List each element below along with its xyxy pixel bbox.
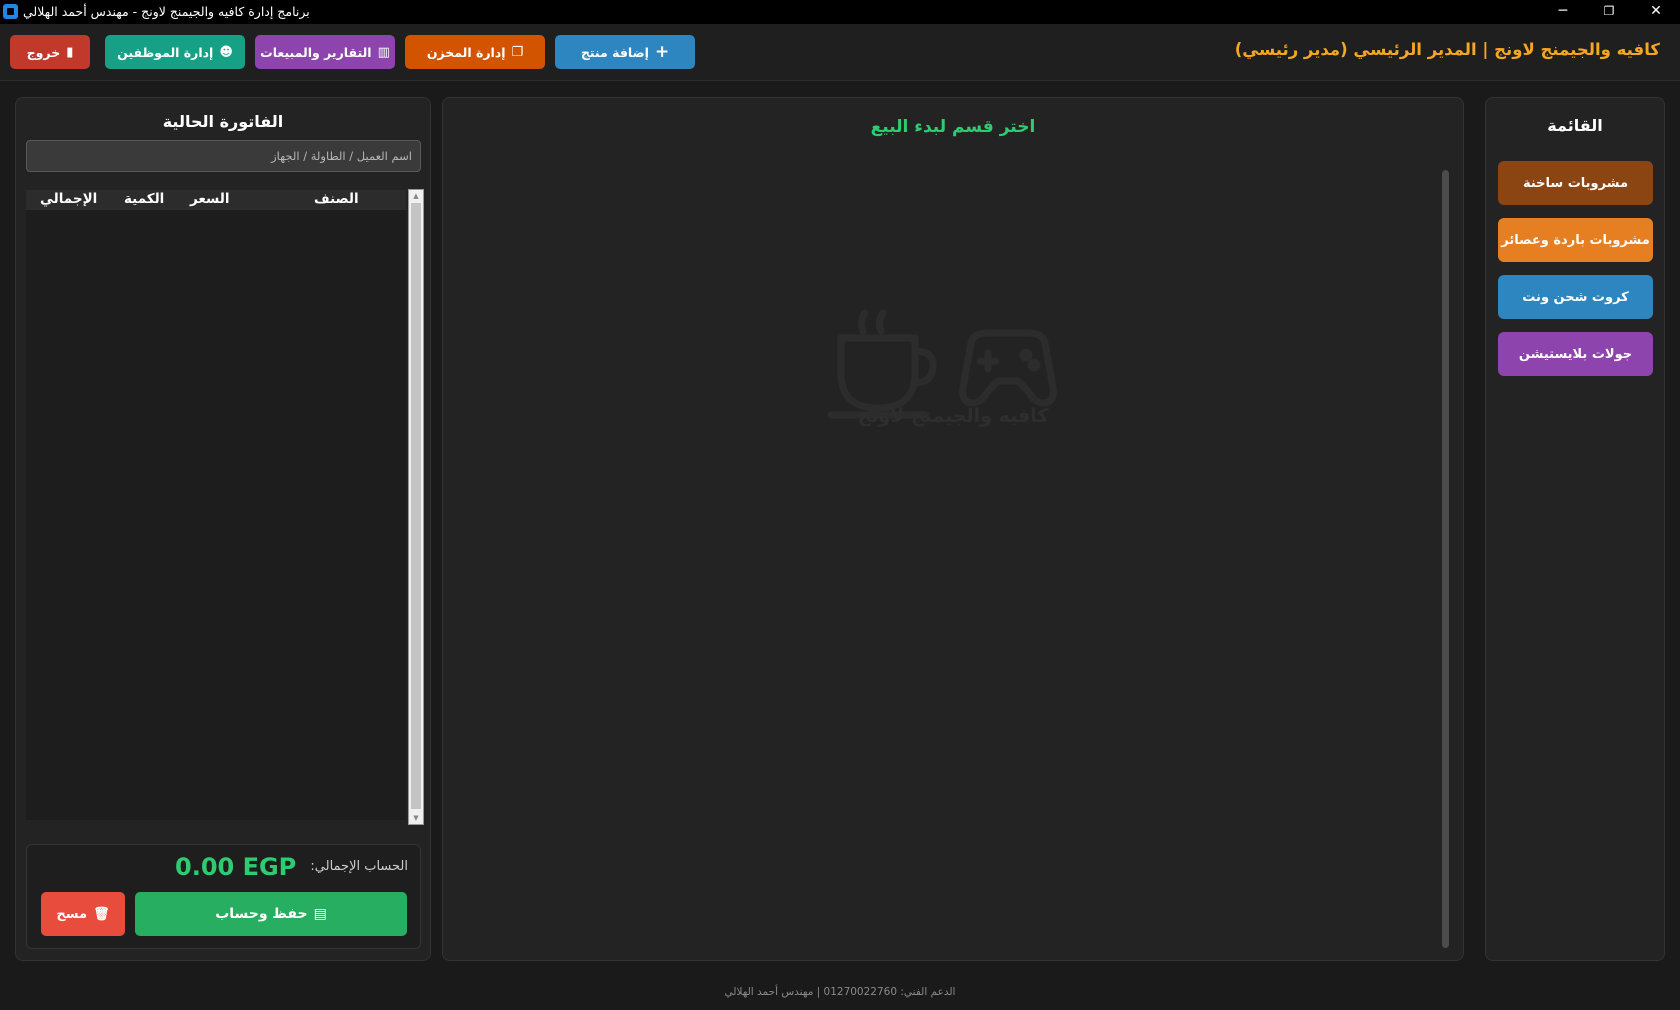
users-icon: ☻ (219, 44, 233, 60)
category-cold-drinks[interactable]: مشروبات باردة وعصائر (1498, 218, 1653, 262)
add-product-button[interactable]: + إضافة منتج (555, 35, 695, 69)
watermark-text: كافيه والجيمنج لاونج (857, 405, 1049, 427)
manage-employees-button[interactable]: ☻ إدارة الموظفين (105, 35, 245, 69)
column-total: الإجمالي (40, 191, 98, 207)
box-icon: ❐ (511, 44, 524, 60)
minimize-button[interactable]: ─ (1543, 0, 1583, 24)
invoice-table-header: الصنف السعر الكمية الإجمالي (26, 190, 406, 210)
close-button[interactable]: ✕ (1636, 0, 1676, 24)
column-item: الصنف (314, 191, 359, 207)
categories-panel: القائمة مشروبات ساخنة مشروبات باردة وعصا… (1485, 97, 1665, 961)
column-quantity: الكمية (124, 191, 165, 207)
plus-icon: + (654, 42, 670, 62)
category-hot-drinks[interactable]: مشروبات ساخنة (1498, 161, 1653, 205)
logout-button[interactable]: ▮ خروج (10, 35, 90, 69)
inventory-label: إدارة المخزن (426, 44, 506, 60)
inventory-button[interactable]: ❐ إدارة المخزن (405, 35, 545, 69)
invoice-table-body (26, 210, 406, 820)
trash-icon: 🗑 (93, 906, 110, 922)
door-icon: ▮ (66, 44, 74, 60)
total-value: 0.00 EGP (175, 853, 297, 881)
category-internet-cards[interactable]: كروت شحن ونت (1498, 275, 1653, 319)
window-title: برنامج إدارة كافيه والجيمنج لاونج - مهند… (23, 4, 310, 19)
scroll-up-arrow[interactable]: ▲ (409, 190, 423, 202)
header-title: كافيه والجيمنج لاونج | المدير الرئيسي (م… (1234, 40, 1660, 59)
save-checkout-button[interactable]: ▤ حفظ وحساب (135, 892, 407, 936)
chart-icon: ▥ (377, 44, 390, 60)
products-scrollbar[interactable] (1442, 170, 1449, 948)
menu-title: القائمة (1547, 116, 1603, 135)
products-panel: اختر قسم لبدء البيع كافيه والجيمنج لاونج (442, 97, 1464, 961)
window-titlebar: برنامج إدارة كافيه والجيمنج لاونج - مهند… (0, 0, 1680, 24)
invoice-title: الفاتورة الحالية (162, 112, 284, 131)
clear-button[interactable]: 🗑 مسح (41, 892, 125, 936)
scroll-down-arrow[interactable]: ▼ (409, 812, 423, 824)
save-checkout-label: حفظ وحساب (215, 906, 308, 922)
restore-button[interactable]: ❐ (1589, 0, 1629, 24)
logout-label: خروج (26, 44, 61, 60)
column-price: السعر (190, 191, 230, 207)
reports-label: التقارير والمبيعات (260, 44, 372, 60)
reports-button[interactable]: ▥ التقارير والمبيعات (255, 35, 395, 69)
invoice-scrollbar[interactable]: ▲ ▼ (408, 189, 424, 825)
footer-support: الدعم الفني: 01270022760 | مهندس أحمد ال… (724, 986, 956, 998)
scroll-thumb[interactable] (411, 203, 421, 809)
add-product-label: إضافة منتج (580, 44, 649, 60)
clear-label: مسح (56, 906, 88, 922)
select-category-prompt: اختر قسم لبدء البيع (870, 117, 1036, 137)
invoice-panel: الفاتورة الحالية الصنف السعر الكمية الإج… (15, 97, 431, 961)
app-icon (3, 4, 18, 19)
category-playstation-rounds[interactable]: جولات بلايستيشن (1498, 332, 1653, 376)
total-box: الحساب الإجمالي: 0.00 EGP 🗑 مسح ▤ حفظ وح… (26, 844, 421, 949)
receipt-icon: ▤ (313, 906, 327, 922)
total-label: الحساب الإجمالي: (310, 859, 408, 874)
manage-employees-label: إدارة الموظفين (117, 44, 214, 60)
customer-input[interactable] (26, 140, 421, 172)
